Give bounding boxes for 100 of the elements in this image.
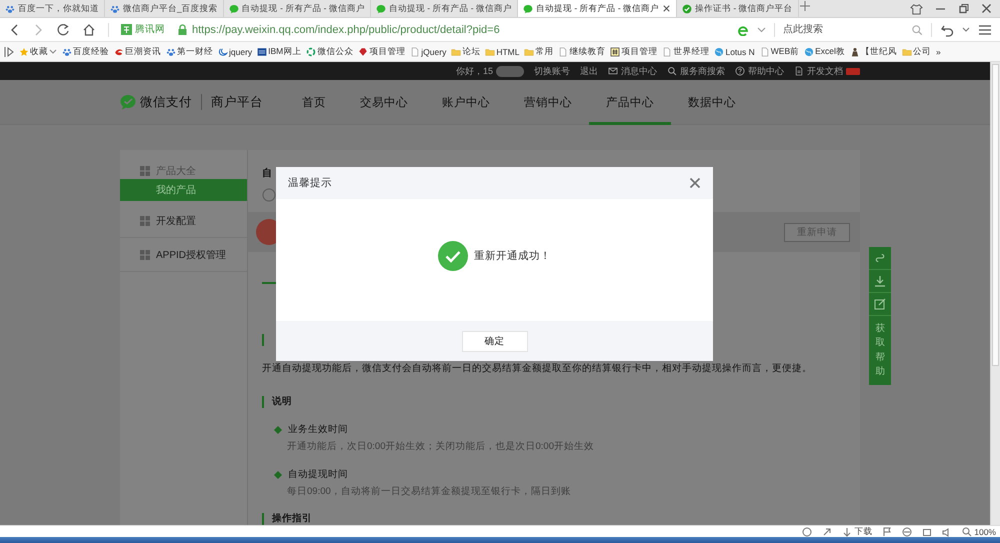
sidebar-item[interactable]: APPID授权管理 — [120, 238, 247, 272]
close-icon[interactable] — [981, 3, 992, 14]
top-link[interactable]: 帮助中心 — [735, 64, 784, 78]
bookmark-link[interactable]: 论坛 — [451, 46, 480, 58]
note-title: 业务生效时间 — [288, 423, 348, 436]
bookmark-link[interactable]: 常用 — [524, 46, 554, 58]
scrollbar[interactable] — [990, 62, 1000, 525]
caret-icon[interactable] — [49, 49, 57, 54]
grid-icon — [140, 166, 150, 176]
page-icon — [760, 46, 770, 56]
bookmark-link[interactable]: 项目管理 — [358, 46, 406, 58]
edit-icon[interactable] — [874, 298, 886, 310]
top-link[interactable]: 消息中心 — [608, 64, 657, 78]
page-icon — [662, 46, 672, 56]
logo-text: 微信支付 — [140, 94, 192, 110]
bookmark-link[interactable]: 百度经验 — [62, 46, 109, 58]
bookmark-link[interactable]: IBM网上 — [257, 46, 302, 58]
nav-tab[interactable]: 数据中心 — [671, 80, 753, 124]
window-icon[interactable] — [922, 526, 932, 536]
greeting-text: 你好，15 — [456, 64, 493, 78]
chat-bubble-icon — [522, 4, 533, 14]
grid-icon — [140, 216, 150, 226]
gem-icon — [358, 46, 368, 56]
top-link[interactable]: 退出 — [580, 64, 598, 78]
check-circle-icon — [682, 4, 692, 14]
bookmark-link[interactable]: 世界经理 — [662, 46, 710, 58]
menu-icon[interactable] — [978, 22, 992, 36]
zoom-level[interactable]: 100% — [962, 526, 996, 536]
bookmark-link[interactable]: 公司 — [902, 46, 931, 58]
ring-icon[interactable] — [802, 526, 812, 536]
platform-name: 商户平台 — [211, 94, 263, 110]
nav-tab[interactable]: 首页 — [285, 80, 343, 124]
caret-icon[interactable] — [757, 26, 766, 32]
download-icon[interactable] — [874, 275, 886, 287]
lock-icon — [177, 24, 188, 36]
browser-tab[interactable]: 自动提现 - 所有产品 - 微信商户 — [224, 0, 371, 17]
more-bookmarks[interactable]: » — [936, 46, 941, 56]
download-link[interactable]: 下载 — [842, 526, 872, 538]
top-link[interactable]: 切换账号 — [534, 64, 570, 78]
nav-tab[interactable]: 营销中心 — [507, 80, 589, 124]
bookmark-link[interactable]: Lotus N — [714, 46, 755, 56]
bookmark-link[interactable]: 微信公众 — [306, 46, 354, 58]
top-link[interactable]: 开发文档 — [794, 64, 860, 78]
bookmark-link[interactable]: jquery — [218, 46, 252, 56]
site-badge-icon — [121, 24, 132, 35]
confirm-button[interactable]: 确定 — [462, 330, 528, 352]
browser-tab[interactable]: 百度一下，你就知道 — [0, 0, 105, 17]
top-link[interactable]: 服务商搜索 — [667, 64, 725, 78]
dialog-title: 温馨提示 — [288, 176, 332, 190]
bookmark-link[interactable]: Excel教 — [804, 46, 845, 58]
download-icon — [842, 526, 852, 536]
close-icon[interactable] — [689, 177, 701, 189]
diamond-icon — [274, 470, 282, 478]
page-title: 自 — [262, 166, 272, 180]
nav-tab[interactable]: 产品中心 — [589, 80, 671, 124]
flag-icon[interactable] — [882, 526, 892, 536]
caret-icon[interactable] — [962, 27, 970, 32]
bookmark-link[interactable]: WEB前 — [760, 46, 800, 58]
note-text: 每日09:00，自动将前一日交易结算金额提现至银行卡，隔日到账 — [287, 485, 572, 498]
browser-tab[interactable]: 微信商户平台_百度搜索 — [105, 0, 224, 17]
bookmark-link[interactable]: 项目管理 — [610, 46, 658, 58]
new-tab-icon[interactable] — [798, 0, 810, 11]
wechat-pay-logo-icon — [120, 94, 136, 110]
browser-tab[interactable]: 自动提现 - 所有产品 - 微信商户 — [518, 0, 678, 17]
ring-icon — [306, 46, 316, 56]
bookmark-link[interactable]: 收藏 — [19, 46, 57, 58]
browser-tab[interactable]: 操作证书 - 微信商户平台 — [677, 0, 799, 17]
bookmark-link[interactable]: HTML — [485, 46, 520, 56]
circle-icon — [262, 188, 276, 202]
address-url[interactable]: https://pay.weixin.qq.com/index.php/public/product/detail?pid=6 — [192, 24, 500, 36]
close-icon[interactable] — [662, 4, 672, 13]
nav-tab[interactable]: 交易中心 — [343, 80, 425, 124]
folder-icon — [485, 46, 496, 56]
site-name[interactable]: 腾讯网 — [135, 23, 165, 36]
bookmark-link[interactable]: 继续教育 — [558, 46, 606, 58]
document-icon — [794, 66, 804, 76]
section-heading: 说明 — [272, 395, 292, 408]
nav-tab[interactable]: 账户中心 — [425, 80, 507, 124]
sidebar-toggle-icon[interactable] — [4, 46, 14, 58]
bookmark-link[interactable]: 巨潮资讯 — [114, 46, 161, 58]
sidebar-item[interactable]: 开发配置 — [120, 204, 247, 238]
folder-icon — [902, 46, 912, 56]
search-icon — [911, 24, 923, 36]
bookmark-link[interactable]: jQuery — [410, 46, 446, 56]
home-icon[interactable] — [82, 22, 96, 36]
folder-icon — [451, 46, 462, 56]
bookmark-link[interactable]: 第一财经 — [166, 46, 213, 58]
bookmark-link[interactable]: 【世纪风 — [850, 46, 897, 58]
restore-icon[interactable] — [958, 3, 969, 14]
link-icon[interactable] — [874, 251, 886, 265]
browser-engine-icon[interactable] — [737, 24, 749, 36]
chat-bubble-icon — [376, 4, 386, 14]
star-icon — [19, 46, 29, 56]
swirl-icon — [114, 46, 124, 56]
shirt-icon[interactable] — [910, 2, 923, 14]
zoom-icon — [962, 526, 972, 536]
reload-icon[interactable] — [56, 22, 70, 36]
search-field[interactable]: 点此搜索 — [783, 24, 903, 35]
note-title: 自动提现时间 — [288, 468, 348, 481]
striped-square-icon — [257, 46, 268, 56]
